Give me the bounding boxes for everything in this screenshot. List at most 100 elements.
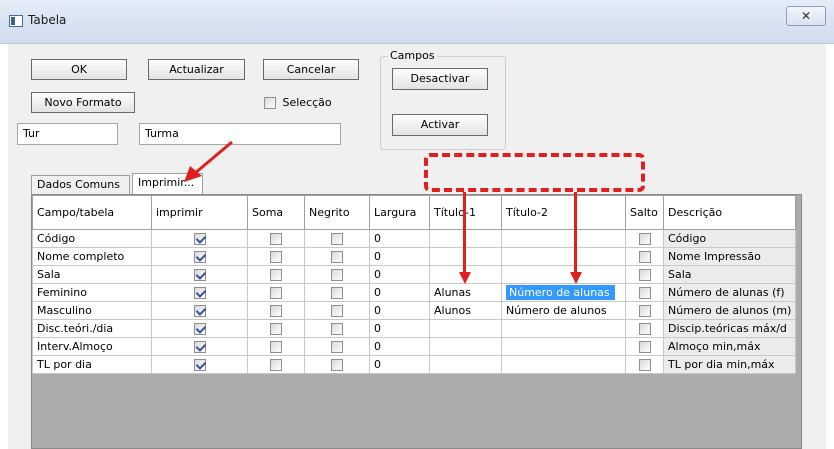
salto-checkbox[interactable]	[638, 233, 651, 245]
cell-descricao[interactable]: Código	[662, 229, 797, 248]
tab-dados-comuns[interactable]: Dados Comuns	[31, 175, 130, 195]
cell-imprimir[interactable]	[151, 319, 248, 338]
negrito-checkbox[interactable]	[331, 323, 343, 335]
cell-largura[interactable]: 0	[369, 337, 430, 356]
imprimir-checkbox[interactable]	[193, 251, 206, 263]
negrito-checkbox[interactable]	[331, 269, 343, 281]
cell-imprimir[interactable]	[151, 355, 248, 374]
col-header-titulo-2[interactable]: Título-2	[501, 195, 626, 230]
close-button[interactable]: ✕	[786, 6, 826, 26]
cell-titulo1[interactable]	[429, 355, 502, 374]
cell-titulo2[interactable]	[501, 265, 626, 284]
cell-descricao[interactable]: Nome Impressão	[662, 247, 797, 266]
soma-checkbox[interactable]	[270, 305, 282, 317]
imprimir-checkbox[interactable]	[193, 233, 206, 245]
cell-titulo2[interactable]	[501, 247, 626, 266]
cell-salto[interactable]	[625, 265, 664, 284]
col-header-negrito[interactable]: Negrito	[304, 195, 370, 230]
soma-checkbox[interactable]	[270, 287, 282, 299]
soma-checkbox[interactable]	[270, 251, 282, 263]
cell-largura[interactable]: 0	[369, 265, 430, 284]
imprimir-checkbox[interactable]	[193, 341, 206, 353]
table-row[interactable]: Sala 0 Sala	[32, 265, 797, 284]
negrito-checkbox[interactable]	[331, 233, 343, 245]
cell-soma[interactable]	[247, 355, 305, 374]
cell-imprimir[interactable]	[151, 301, 248, 320]
cell-titulo2[interactable]	[501, 319, 626, 338]
imprimir-checkbox[interactable]	[193, 269, 206, 281]
negrito-checkbox[interactable]	[331, 287, 343, 299]
cell-salto[interactable]	[625, 337, 664, 356]
salto-checkbox[interactable]	[638, 359, 651, 371]
cell-largura[interactable]: 0	[369, 355, 430, 374]
col-header-salto[interactable]: Salto	[625, 195, 664, 230]
soma-checkbox[interactable]	[270, 323, 282, 335]
soma-checkbox[interactable]	[270, 341, 282, 353]
cell-negrito[interactable]	[304, 265, 370, 284]
cell-titulo2[interactable]	[501, 337, 626, 356]
cell-titulo2[interactable]	[501, 229, 626, 248]
cell-salto[interactable]	[625, 301, 664, 320]
cell-descricao[interactable]: TL por dia min,máx	[662, 355, 797, 374]
cell-titulo1[interactable]	[429, 319, 502, 338]
cell-titulo1[interactable]	[429, 337, 502, 356]
col-header-soma[interactable]: Soma	[247, 195, 305, 230]
cell-negrito[interactable]	[304, 247, 370, 266]
cell-campo[interactable]: Sala	[32, 265, 152, 284]
cell-soma[interactable]	[247, 337, 305, 356]
table-row[interactable]: Disc.teóri./dia 0 Discip.teóricas máx/d	[32, 319, 797, 338]
cell-salto[interactable]	[625, 283, 664, 302]
cell-soma[interactable]	[247, 247, 305, 266]
soma-checkbox[interactable]	[270, 269, 282, 281]
cell-negrito[interactable]	[304, 283, 370, 302]
cell-largura[interactable]: 0	[369, 319, 430, 338]
cell-descricao[interactable]: Almoço min,máx	[662, 337, 797, 356]
cell-descricao[interactable]: Discip.teóricas máx/d	[662, 319, 797, 338]
seleccao-checkbox[interactable]	[264, 97, 276, 109]
col-header-campo[interactable]: Campo/tabela	[32, 195, 152, 230]
cell-largura[interactable]: 0	[369, 229, 430, 248]
cell-imprimir[interactable]	[151, 283, 248, 302]
cell-soma[interactable]	[247, 229, 305, 248]
imprimir-checkbox[interactable]	[193, 359, 206, 371]
table-row[interactable]: TL por dia 0 TL por dia min,máx	[32, 355, 797, 374]
table-row[interactable]: Feminino 0 Alunas Número de alunas Número de…	[32, 283, 797, 302]
imprimir-checkbox[interactable]	[193, 305, 206, 317]
soma-checkbox[interactable]	[270, 359, 282, 371]
imprimir-checkbox[interactable]	[193, 287, 206, 299]
table-row[interactable]: Masculino 0 Alunos Número de alunos Número d…	[32, 301, 797, 320]
cell-campo[interactable]: Feminino	[32, 283, 152, 302]
cell-soma[interactable]	[247, 301, 305, 320]
negrito-checkbox[interactable]	[331, 305, 343, 317]
cell-negrito[interactable]	[304, 355, 370, 374]
cell-imprimir[interactable]	[151, 229, 248, 248]
cell-campo[interactable]: Masculino	[32, 301, 152, 320]
salto-checkbox[interactable]	[638, 269, 651, 281]
salto-checkbox[interactable]	[638, 251, 651, 263]
cell-salto[interactable]	[625, 229, 664, 248]
negrito-checkbox[interactable]	[331, 251, 343, 263]
activar-button[interactable]: Activar	[392, 114, 488, 136]
cell-negrito[interactable]	[304, 229, 370, 248]
cell-titulo2[interactable]: Número de alunos	[501, 301, 626, 320]
salto-checkbox[interactable]	[638, 323, 651, 335]
cell-campo[interactable]: TL por dia	[32, 355, 152, 374]
cell-negrito[interactable]	[304, 301, 370, 320]
cell-imprimir[interactable]	[151, 337, 248, 356]
cell-descricao[interactable]: Número de alunos (m)	[662, 301, 797, 320]
ok-button[interactable]: OK	[31, 59, 127, 80]
salto-checkbox[interactable]	[638, 305, 651, 317]
salto-checkbox[interactable]	[638, 287, 651, 299]
salto-checkbox[interactable]	[638, 341, 651, 353]
cell-soma[interactable]	[247, 265, 305, 284]
cell-descricao[interactable]: Número de alunas (f)	[662, 283, 797, 302]
cell-titulo1[interactable]: Alunos	[429, 301, 502, 320]
cell-salto[interactable]	[625, 247, 664, 266]
cell-campo[interactable]: Interv.Almoço	[32, 337, 152, 356]
cell-largura[interactable]: 0	[369, 283, 430, 302]
code-field[interactable]: Tur	[17, 123, 118, 145]
cell-soma[interactable]	[247, 283, 305, 302]
table-row[interactable]: Nome completo 0 Nome Impressão	[32, 247, 797, 266]
soma-checkbox[interactable]	[270, 233, 282, 245]
cell-largura[interactable]: 0	[369, 301, 430, 320]
